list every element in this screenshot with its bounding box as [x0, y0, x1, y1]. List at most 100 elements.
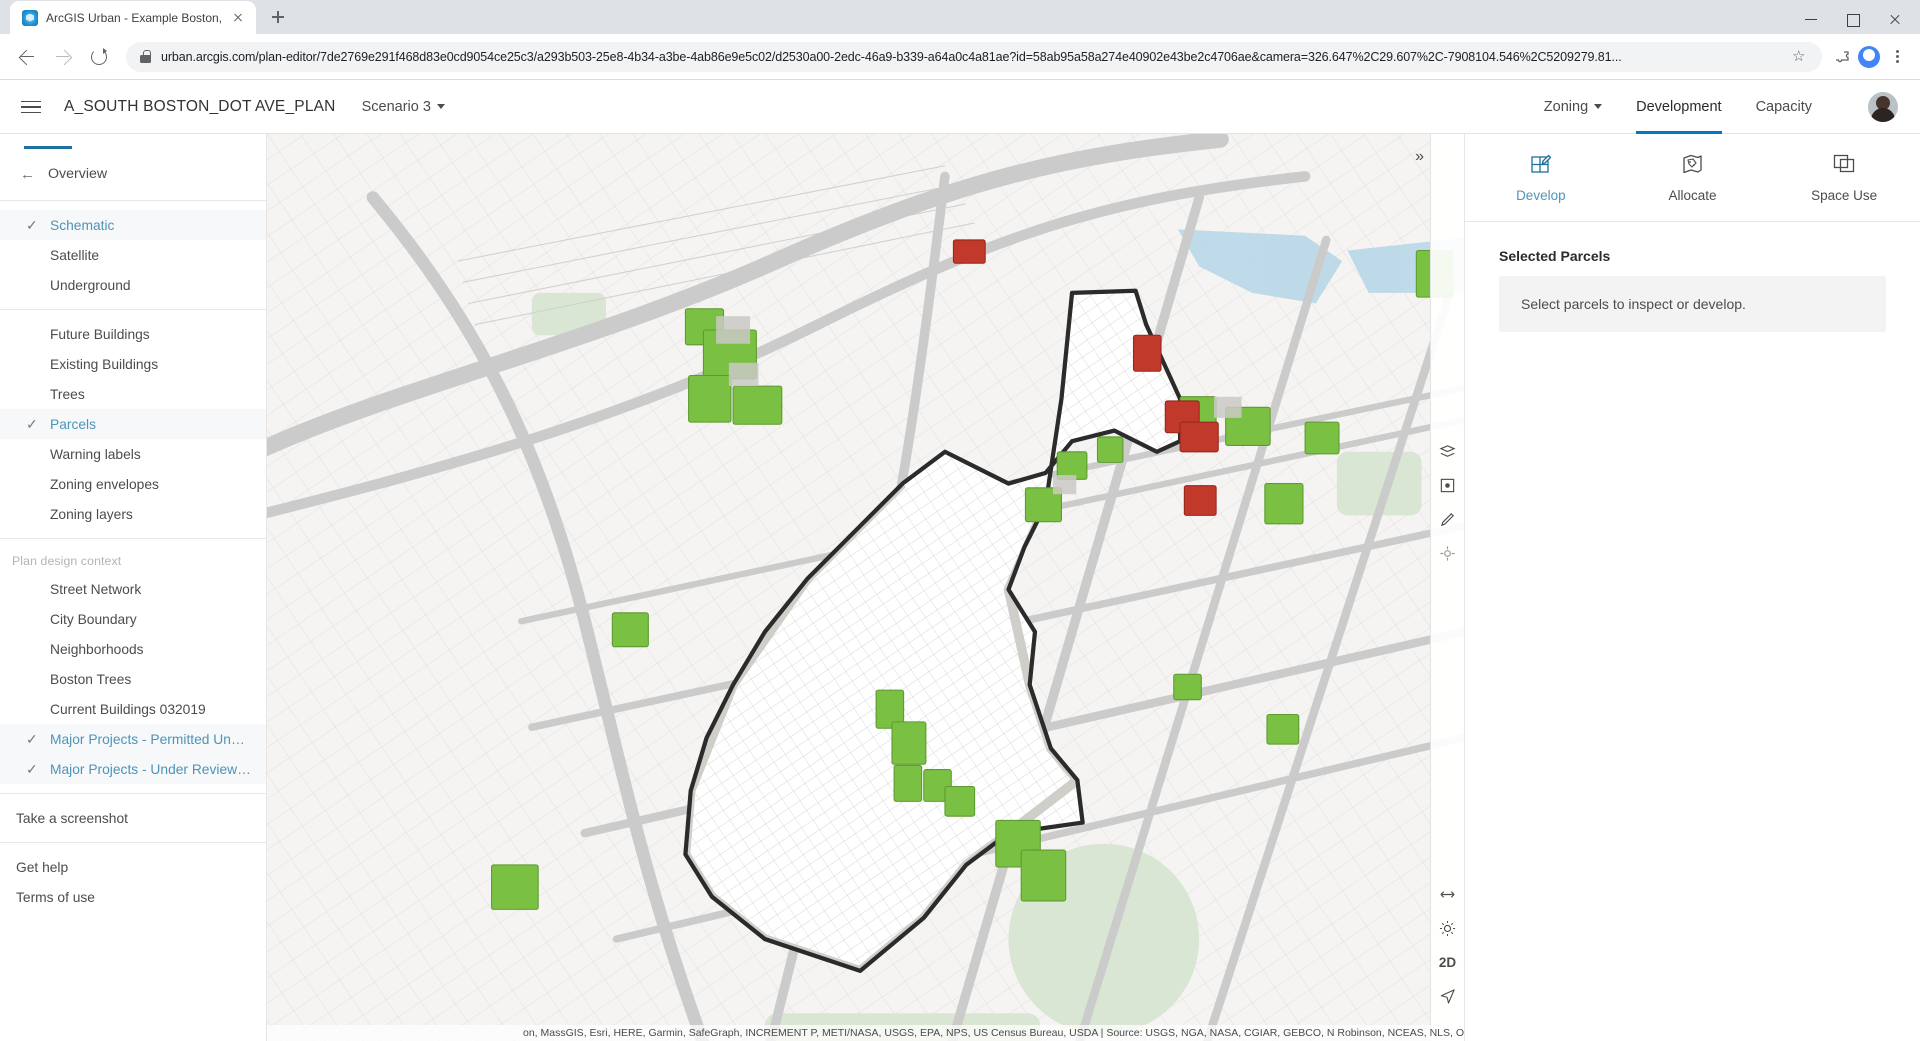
tab-development[interactable]: Development — [1636, 80, 1721, 134]
divider — [0, 309, 266, 310]
hamburger-menu-icon[interactable] — [18, 94, 44, 120]
map-tool-rail: 2D — [1430, 134, 1464, 1041]
chevron-down-icon — [1594, 104, 1602, 109]
select-area-icon[interactable] — [1431, 468, 1465, 502]
sidebar-item-zoning-layers-label: Zoning layers — [50, 507, 133, 522]
browser-toolbar: urban.arcgis.com/plan-editor/7de2769e291… — [0, 34, 1920, 80]
sidebar-item-neighborhoods-label: Neighborhoods — [50, 642, 144, 657]
terms-of-use-link[interactable]: Terms of use — [0, 882, 266, 912]
header-nav: Zoning Development Capacity — [1544, 80, 1898, 134]
map-viewport[interactable]: » — [267, 134, 1464, 1041]
daylight-sun-icon[interactable] — [1431, 911, 1465, 945]
page-title: A_SOUTH BOSTON_DOT AVE_PLAN — [64, 98, 336, 116]
sidebar-item-zoning-envelopes[interactable]: Zoning envelopes — [0, 469, 266, 499]
take-a-screenshot-button[interactable]: Take a screenshot — [0, 803, 266, 833]
reload-icon[interactable] — [84, 42, 114, 72]
address-bar[interactable]: urban.arcgis.com/plan-editor/7de2769e291… — [126, 42, 1822, 72]
map-canvas — [267, 134, 1464, 1041]
check-icon: ✓ — [26, 762, 50, 776]
expand-chevrons-icon[interactable]: » — [1415, 148, 1424, 166]
window-close-button[interactable] — [1876, 6, 1914, 32]
sidebar-item-parcels-label: Parcels — [50, 417, 96, 432]
sidebar-item-underground-label: Underground — [50, 278, 131, 293]
browser-tabstrip: ArcGIS Urban - Example Boston, — [0, 0, 1920, 34]
tab-capacity-label: Capacity — [1756, 99, 1812, 115]
arcgis-urban-app: A_SOUTH BOSTON_DOT AVE_PLAN Scenario 3 Z… — [0, 80, 1920, 1041]
sidebar-item-current-buildings[interactable]: Current Buildings 032019 — [0, 694, 266, 724]
sidebar-item-schematic[interactable]: ✓ Schematic — [0, 210, 266, 240]
tab-zoning[interactable]: Zoning — [1544, 80, 1602, 134]
sidebar-item-zoning-envelopes-label: Zoning envelopes — [50, 477, 159, 492]
sidebar-item-warning-labels[interactable]: Warning labels — [0, 439, 266, 469]
window-maximize-button[interactable] — [1834, 6, 1872, 32]
tab-close-icon[interactable] — [230, 10, 246, 26]
selected-parcels-title: Selected Parcels — [1465, 222, 1920, 276]
extensions-icon[interactable] — [1834, 48, 1852, 66]
sidebar-item-major-projects-permitted-label: Major Projects - Permitted Un… — [50, 732, 245, 747]
window-minimize-button[interactable] — [1792, 6, 1830, 32]
sidebar-item-overview[interactable]: ← Overview — [0, 157, 266, 191]
back-arrow-icon: ← — [20, 166, 48, 183]
sidebar-item-boston-trees[interactable]: Boston Trees — [0, 664, 266, 694]
browser-chrome: ArcGIS Urban - Example Boston, urban.arc… — [0, 0, 1920, 80]
develop-parcel-icon — [1527, 150, 1555, 178]
new-tab-button[interactable] — [264, 3, 292, 31]
sidebar-item-major-projects-permitted[interactable]: ✓ Major Projects - Permitted Un… — [0, 724, 266, 754]
user-avatar[interactable] — [1868, 92, 1898, 122]
sidebar-item-underground[interactable]: Underground — [0, 270, 266, 300]
measure-draw-icon[interactable] — [1431, 502, 1465, 536]
divider — [0, 200, 266, 201]
take-a-screenshot-label: Take a screenshot — [16, 811, 128, 826]
tab-space-use[interactable]: Space Use — [1768, 150, 1920, 221]
forward-arrow-icon[interactable] — [48, 42, 78, 72]
sidebar-item-trees-label: Trees — [50, 387, 85, 402]
sidebar-item-city-boundary-label: City Boundary — [50, 612, 137, 627]
sidebar-item-parcels[interactable]: ✓ Parcels — [0, 409, 266, 439]
tab-capacity[interactable]: Capacity — [1756, 80, 1812, 134]
sidebar-accent-bar — [24, 146, 72, 149]
center-target-icon[interactable] — [1431, 536, 1465, 570]
sidebar-item-zoning-layers[interactable]: Zoning layers — [0, 499, 266, 529]
sidebar-item-future-buildings[interactable]: Future Buildings — [0, 319, 266, 349]
chevron-down-icon — [437, 104, 445, 109]
url-text: urban.arcgis.com/plan-editor/7de2769e291… — [161, 50, 1782, 64]
development-panel-tabs: Develop Allocate Spa — [1465, 134, 1920, 222]
allocate-map-icon — [1679, 150, 1707, 178]
measure-distance-icon[interactable] — [1431, 877, 1465, 911]
scenario-label: Scenario 3 — [362, 99, 431, 115]
tab-develop[interactable]: Develop — [1465, 150, 1617, 221]
scenario-selector[interactable]: Scenario 3 — [362, 99, 445, 115]
browser-tab[interactable]: ArcGIS Urban - Example Boston, — [10, 1, 256, 34]
navigation-compass-icon[interactable] — [1431, 979, 1465, 1013]
view-mode-2d-button[interactable]: 2D — [1431, 945, 1465, 979]
layers-compare-icon[interactable] — [1431, 434, 1465, 468]
space-use-layers-icon — [1830, 150, 1858, 178]
sidebar-item-major-projects-under-review[interactable]: ✓ Major Projects - Under Review… — [0, 754, 266, 784]
sidebar-item-overview-label: Overview — [48, 166, 107, 182]
sidebar-item-schematic-label: Schematic — [50, 218, 114, 233]
tab-develop-label: Develop — [1516, 188, 1566, 203]
sidebar-item-existing-buildings[interactable]: Existing Buildings — [0, 349, 266, 379]
back-arrow-icon[interactable] — [12, 42, 42, 72]
get-help-link[interactable]: Get help — [0, 852, 266, 882]
sidebar-item-street-network[interactable]: Street Network — [0, 574, 266, 604]
sidebar-item-satellite[interactable]: Satellite — [0, 240, 266, 270]
selected-parcels-empty-state: Select parcels to inspect or develop. — [1499, 276, 1886, 332]
sidebar-item-trees[interactable]: Trees — [0, 379, 266, 409]
three-dot-menu-icon[interactable] — [1886, 46, 1908, 68]
profile-avatar-icon[interactable] — [1858, 46, 1880, 68]
sidebar-item-neighborhoods[interactable]: Neighborhoods — [0, 634, 266, 664]
sidebar-group-title-plan-design-context: Plan design context — [0, 548, 266, 574]
sidebar-item-satellite-label: Satellite — [50, 248, 99, 263]
sidebar-item-boston-trees-label: Boston Trees — [50, 672, 131, 687]
star-icon[interactable]: ☆ — [1792, 49, 1808, 65]
map-attribution: on, MassGIS, Esri, HERE, Garmin, SafeGra… — [267, 1025, 1464, 1041]
sidebar-item-city-boundary[interactable]: City Boundary — [0, 604, 266, 634]
tab-allocate[interactable]: Allocate — [1617, 150, 1769, 221]
divider — [0, 538, 266, 539]
lock-icon — [140, 50, 151, 63]
sidebar-item-street-network-label: Street Network — [50, 582, 141, 597]
development-panel: Develop Allocate Spa — [1464, 134, 1920, 1041]
divider — [0, 842, 266, 843]
sidebar-item-future-buildings-label: Future Buildings — [50, 327, 150, 342]
